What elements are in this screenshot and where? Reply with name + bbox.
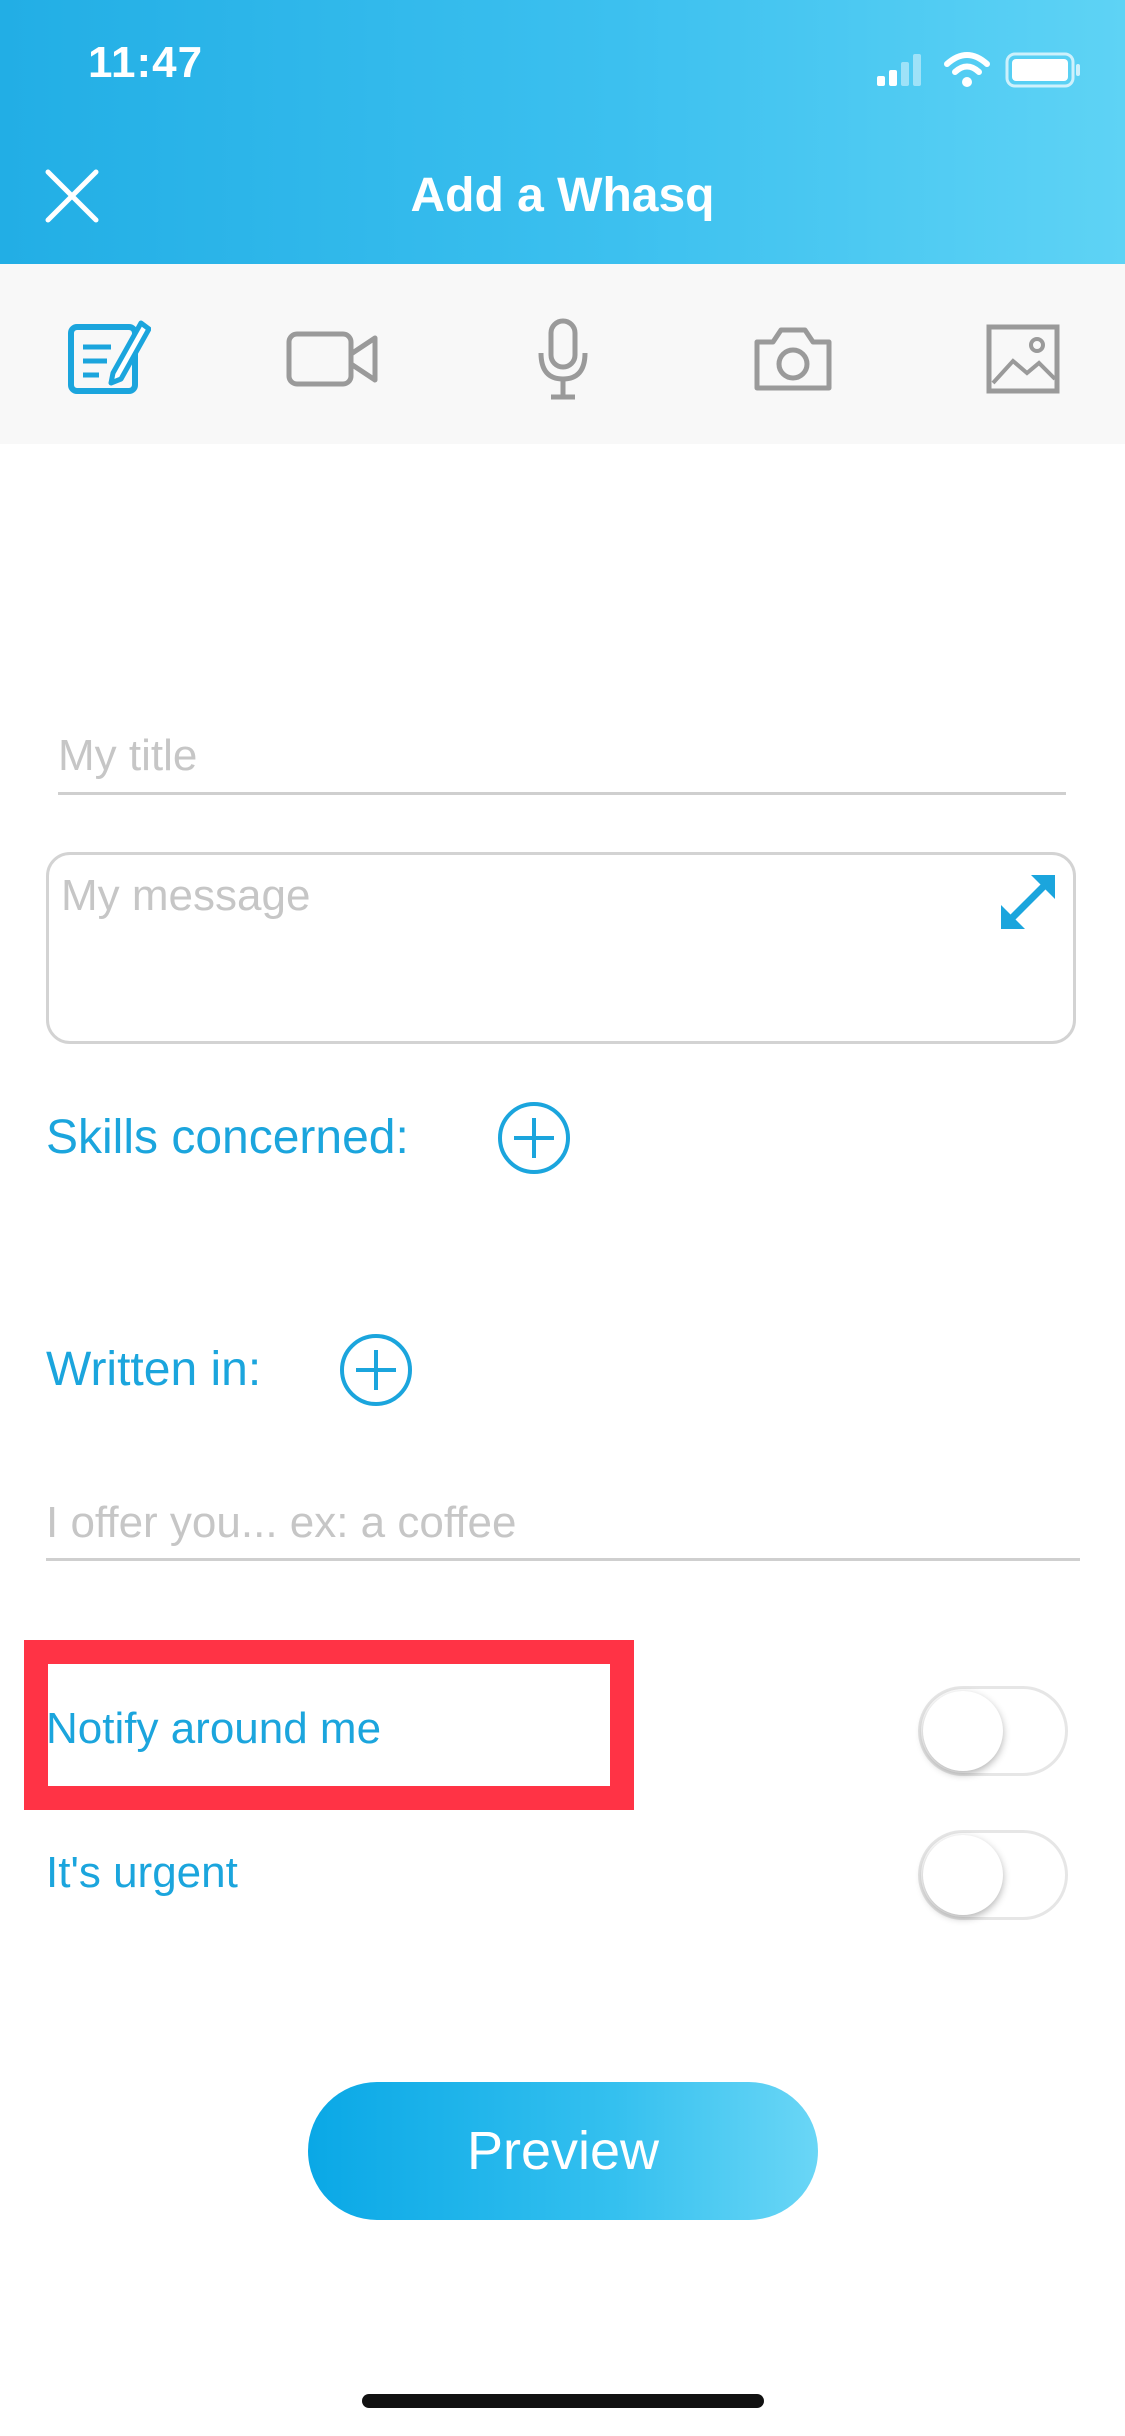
status-time: 11:47 (88, 38, 204, 87)
text-edit-tab[interactable] (48, 314, 158, 404)
video-tab[interactable] (278, 314, 388, 404)
camera-tab[interactable] (738, 314, 848, 404)
video-icon (286, 331, 378, 387)
status-icons (875, 48, 1085, 90)
page-title: Add a Whasq (410, 169, 715, 222)
media-toolbar (0, 264, 1125, 444)
image-icon (986, 324, 1060, 394)
urgent-label: It's urgent (46, 1848, 238, 1897)
plus-circle-icon (340, 1334, 412, 1406)
header-bar: 11:47 Add a Whasq (0, 0, 1125, 264)
notify-toggle[interactable] (918, 1686, 1068, 1776)
add-skill-button[interactable] (496, 1100, 572, 1176)
toggle-knob (923, 1835, 1003, 1915)
notify-label: Notify around me (46, 1704, 382, 1753)
wifi-icon (944, 52, 990, 87)
gallery-tab[interactable] (968, 314, 1078, 404)
title-input[interactable] (58, 720, 1066, 795)
signal-icon (877, 54, 921, 86)
skills-label: Skills concerned: (46, 1111, 409, 1164)
preview-button[interactable]: Preview (308, 2082, 818, 2220)
status-icons-svg (877, 52, 1080, 88)
message-box (46, 852, 1076, 1044)
add-language-button[interactable] (338, 1332, 414, 1408)
plus-circle-icon (498, 1102, 570, 1174)
home-indicator (362, 2394, 764, 2408)
written-in-label: Written in: (46, 1343, 262, 1396)
camera-icon (754, 327, 832, 391)
offer-input[interactable] (46, 1488, 1080, 1561)
microphone-icon (538, 318, 588, 400)
expand-icon[interactable] (991, 865, 1065, 939)
toggle-knob (923, 1691, 1003, 1771)
message-input[interactable] (61, 871, 991, 1021)
text-edit-icon (68, 320, 151, 394)
audio-tab[interactable] (508, 314, 618, 404)
battery-icon (1005, 52, 1080, 88)
urgent-toggle[interactable] (918, 1830, 1068, 1920)
